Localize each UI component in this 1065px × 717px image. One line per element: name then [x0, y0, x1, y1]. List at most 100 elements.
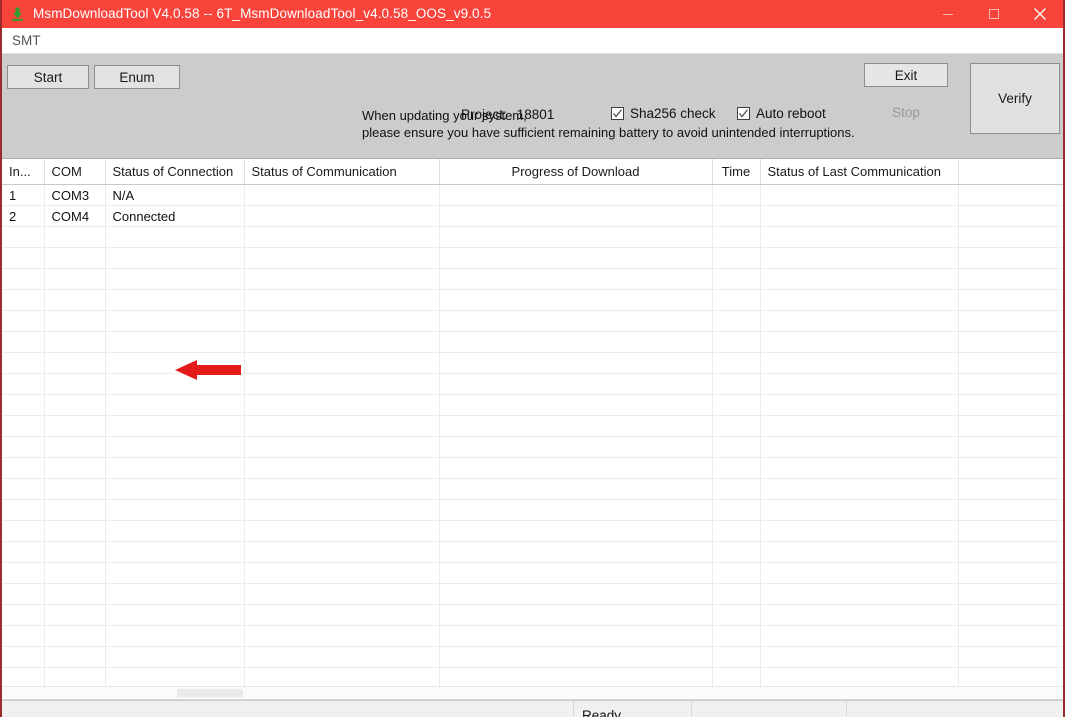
- table-row-empty[interactable]: [2, 625, 1063, 647]
- column-header-status-communication[interactable]: Status of Communication: [244, 159, 440, 185]
- table-row-empty[interactable]: [2, 289, 1063, 311]
- table-row-empty[interactable]: [2, 394, 1063, 416]
- cell-empty: [105, 289, 245, 311]
- column-header-status-connection[interactable]: Status of Connection: [105, 159, 245, 185]
- table-row-empty[interactable]: [2, 247, 1063, 269]
- table-row-empty[interactable]: [2, 226, 1063, 248]
- cell-empty: [760, 310, 959, 332]
- table-row-empty[interactable]: [2, 667, 1063, 686]
- column-header-com[interactable]: COM: [44, 159, 106, 185]
- menu-item-smt[interactable]: SMT: [2, 29, 51, 53]
- table-row-empty[interactable]: [2, 541, 1063, 563]
- cell-empty: [105, 520, 245, 542]
- column-header-time[interactable]: Time: [712, 159, 761, 185]
- cell-empty: [760, 646, 959, 668]
- cell-empty: [44, 499, 106, 521]
- table-row-empty[interactable]: [2, 583, 1063, 605]
- cell-empty: [105, 541, 245, 563]
- cell-empty: [712, 226, 761, 248]
- table-row-empty[interactable]: [2, 520, 1063, 542]
- cell-empty: [958, 373, 1063, 395]
- exit-button[interactable]: Exit: [864, 63, 948, 87]
- cell-empty: [2, 604, 45, 626]
- table-row-empty[interactable]: [2, 562, 1063, 584]
- toolbar: Start Enum Exit Stop Verify Project: 1880…: [2, 54, 1063, 201]
- table-row-empty[interactable]: [2, 499, 1063, 521]
- cell-empty: [2, 478, 45, 500]
- table-row-empty[interactable]: [2, 310, 1063, 332]
- cell-empty: [958, 499, 1063, 521]
- cell-empty: [439, 478, 713, 500]
- cell-empty: [439, 583, 713, 605]
- cell-empty: [105, 394, 245, 416]
- cell-empty: [105, 247, 245, 269]
- cell-empty: [244, 289, 440, 311]
- horizontal-scrollbar[interactable]: [2, 686, 1063, 700]
- cell-last-communication: [760, 184, 959, 206]
- table-row-empty[interactable]: [2, 478, 1063, 500]
- column-header-extra[interactable]: [958, 159, 1063, 185]
- cell-empty: [712, 562, 761, 584]
- cell-empty: [760, 394, 959, 416]
- cell-empty: [2, 373, 45, 395]
- table-row-empty[interactable]: [2, 457, 1063, 479]
- cell-empty: [44, 457, 106, 479]
- cell-empty: [244, 499, 440, 521]
- cell-empty: [439, 226, 713, 248]
- cell-empty: [958, 562, 1063, 584]
- verify-button[interactable]: Verify: [970, 63, 1060, 134]
- column-header-status-last-communication[interactable]: Status of Last Communication: [760, 159, 959, 185]
- table-row[interactable]: 1 COM3 N/A: [2, 184, 1063, 206]
- cell-empty: [244, 394, 440, 416]
- cell-empty: [439, 415, 713, 437]
- cell-empty: [760, 583, 959, 605]
- table-row-empty[interactable]: [2, 436, 1063, 458]
- cell-empty: [958, 646, 1063, 668]
- table-row-empty[interactable]: [2, 331, 1063, 353]
- cell-empty: [958, 289, 1063, 311]
- maximize-button[interactable]: [971, 0, 1017, 28]
- cell-com: COM4: [44, 205, 106, 227]
- window-title: MsmDownloadTool V4.0.58 -- 6T_MsmDownloa…: [33, 6, 492, 21]
- warning-line-1: When updating your system,: [362, 108, 527, 123]
- device-grid[interactable]: In... COM Status of Connection Status of…: [2, 159, 1063, 686]
- cell-empty: [712, 247, 761, 269]
- cell-empty: [244, 226, 440, 248]
- table-row-empty[interactable]: [2, 604, 1063, 626]
- table-row-empty[interactable]: [2, 646, 1063, 668]
- table-row-empty[interactable]: [2, 373, 1063, 395]
- cell-empty: [712, 394, 761, 416]
- cell-empty: [2, 583, 45, 605]
- enum-button[interactable]: Enum: [94, 65, 180, 89]
- scrollbar-thumb[interactable]: [177, 689, 243, 697]
- window-controls: [925, 0, 1063, 28]
- start-button[interactable]: Start: [7, 65, 89, 89]
- column-header-progress[interactable]: Progress of Download: [439, 159, 713, 185]
- cell-empty: [244, 247, 440, 269]
- close-button[interactable]: [1017, 0, 1063, 28]
- cell-empty: [2, 436, 45, 458]
- cell-empty: [44, 541, 106, 563]
- table-row-empty[interactable]: [2, 268, 1063, 290]
- table-row[interactable]: 2 COM4 Connected: [2, 205, 1063, 227]
- cell-progress: [439, 205, 713, 227]
- cell-extra: [958, 205, 1063, 227]
- cell-empty: [44, 562, 106, 584]
- minimize-button[interactable]: [925, 0, 971, 28]
- table-row-empty[interactable]: [2, 352, 1063, 374]
- cell-empty: [439, 625, 713, 647]
- cell-empty: [105, 625, 245, 647]
- cell-empty: [712, 436, 761, 458]
- cell-communication: [244, 184, 440, 206]
- cell-empty: [44, 667, 106, 686]
- cell-empty: [958, 667, 1063, 686]
- cell-empty: [712, 478, 761, 500]
- cell-index: 1: [2, 184, 45, 206]
- cell-empty: [958, 604, 1063, 626]
- table-row-empty[interactable]: [2, 415, 1063, 437]
- cell-empty: [105, 667, 245, 686]
- cell-empty: [712, 457, 761, 479]
- cell-empty: [44, 604, 106, 626]
- column-header-index[interactable]: In...: [2, 159, 45, 185]
- cell-empty: [712, 667, 761, 686]
